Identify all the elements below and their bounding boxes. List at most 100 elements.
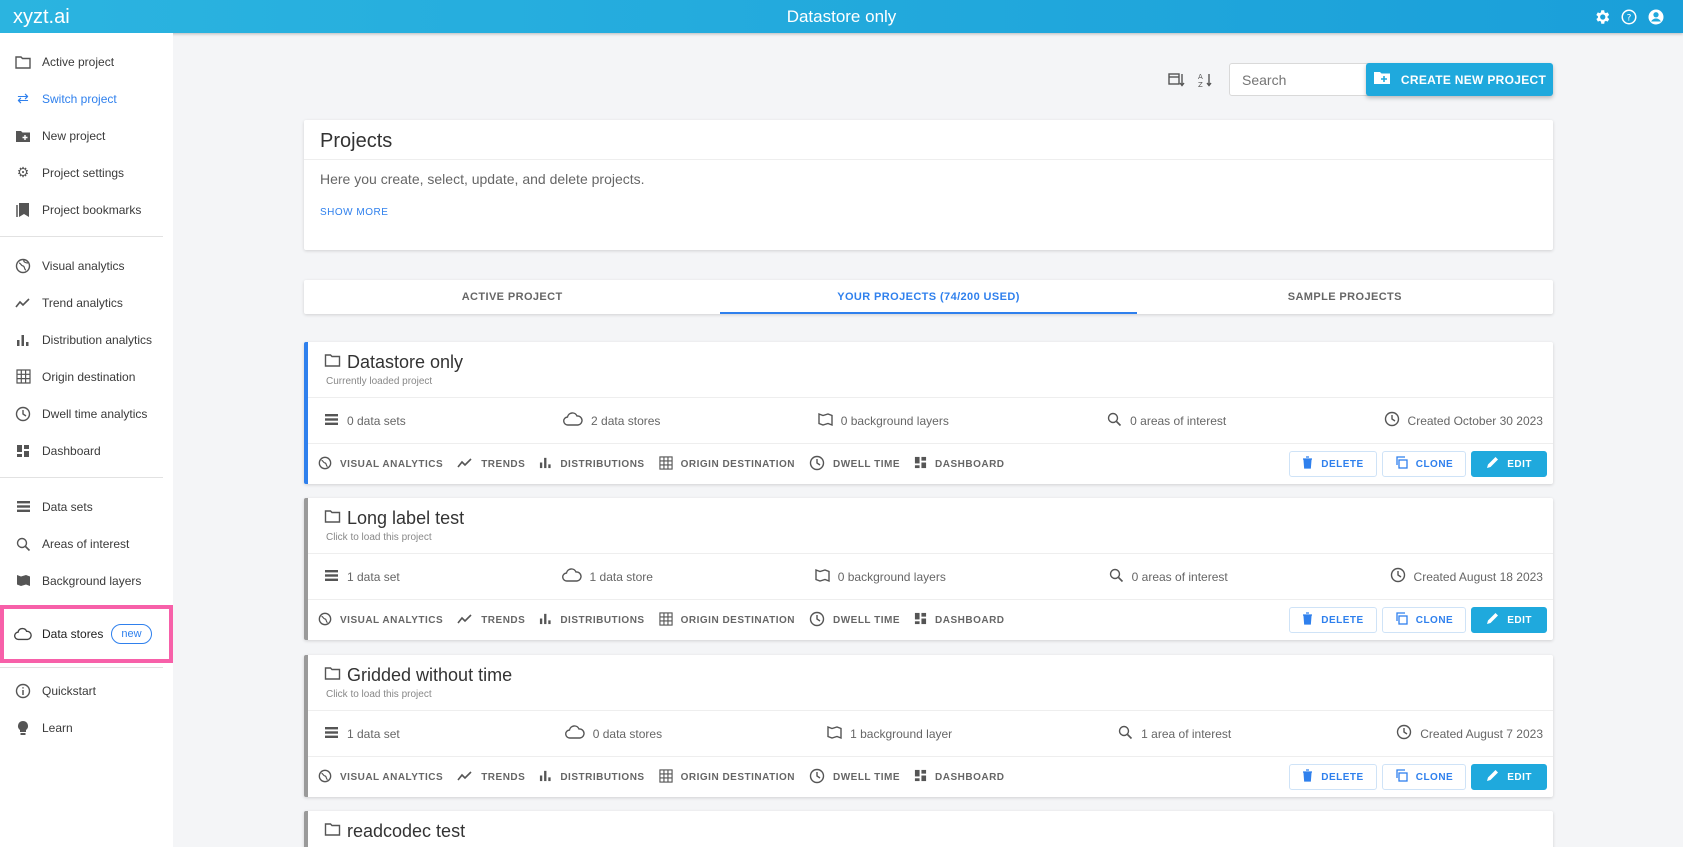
feature-link[interactable]: DWELL TIME [809,768,900,787]
project-card[interactable]: Gridded without time Click to load this p… [304,655,1553,797]
trend-icon [457,613,473,628]
sidebar-item-dwell-time-analytics[interactable]: Dwell time analytics [0,395,163,432]
create-new-project-label: CREATE NEW PROJECT [1400,72,1547,87]
clone-button[interactable]: CLONE [1381,451,1467,477]
edit-button[interactable]: EDIT [1471,764,1547,790]
tab-your-projects[interactable]: YOUR PROJECTS (74/200 USED) [720,280,1137,314]
feature-label: DISTRIBUTIONS [560,614,645,626]
sidebar-item-label: Areas of interest [42,536,130,551]
delete-button[interactable]: DELETE [1289,764,1377,790]
project-card[interactable]: Long label test Click to load this projec… [304,498,1553,640]
clone-button[interactable]: CLONE [1381,764,1467,790]
feature-label: TRENDS [481,614,526,626]
trend-icon [457,457,473,472]
feature-link[interactable]: DASHBOARD [914,456,1005,472]
feature-label: DWELL TIME [832,458,901,470]
feature-label: ORIGIN DESTINATION [680,771,795,783]
sidebar-item-label: Background layers [42,573,142,588]
tab-active-project[interactable]: ACTIVE PROJECT [304,280,720,314]
sidebar-item-origin-destination[interactable]: Origin destination [0,358,163,395]
project-header[interactable]: Gridded without time Click to load this p… [308,655,1553,711]
sidebar-item-project-settings[interactable]: ⚙ Project settings [0,154,163,191]
feature-link[interactable]: ORIGIN DESTINATION [658,455,795,473]
svg-text:?: ? [1626,13,1631,23]
feature-label: DISTRIBUTIONS [560,771,645,783]
feature-link[interactable]: DISTRIBUTIONS [539,456,644,472]
clock-icon [809,455,825,474]
feature-link[interactable]: DASHBOARD [914,769,1005,785]
show-more-link[interactable]: SHOW MORE [304,187,1553,218]
account-icon[interactable] [1646,7,1665,26]
sidebar-item-background-layers[interactable]: Background layers [0,562,163,599]
sidebar-item-project-bookmarks[interactable]: Project bookmarks [0,191,163,228]
sort-by-date-icon[interactable] [1167,70,1187,90]
trash-icon [1302,456,1313,472]
gear-icon[interactable] [1592,7,1611,26]
feature-link[interactable]: DWELL TIME [809,455,900,474]
feature-link[interactable]: TRENDS [457,770,525,785]
sidebar-item-trend-analytics[interactable]: Trend analytics [0,284,163,321]
clock-icon [1396,724,1412,743]
delete-button[interactable]: DELETE [1289,607,1377,633]
project-card[interactable]: readcodec test [304,811,1553,847]
area-search-icon [1106,411,1122,430]
sidebar-item-data-sets[interactable]: Data sets [0,488,163,525]
create-new-project-button[interactable]: CREATE NEW PROJECT [1366,63,1553,96]
delete-label: DELETE [1321,614,1364,626]
sidebar-item-switch-project[interactable]: ⇄ Switch project [0,80,163,117]
feature-link[interactable]: DISTRIBUTIONS [539,769,644,785]
sidebar-item-active-project[interactable]: Active project [0,43,163,80]
project-name[interactable]: Gridded without time [347,665,512,686]
edit-button[interactable]: EDIT [1471,607,1547,633]
sort-alphabetical-icon[interactable]: AZ [1196,70,1216,90]
edit-label: EDIT [1507,614,1532,626]
delete-button[interactable]: DELETE [1289,451,1377,477]
sidebar-item-label: Visual analytics [42,258,125,273]
feature-link[interactable]: TRENDS [457,613,525,628]
feature-link[interactable]: TRENDS [457,457,525,472]
sidebar-item-label: Data sets [42,499,93,514]
project-header[interactable]: Datastore only Currently loaded project [308,342,1553,398]
help-icon[interactable]: ? [1619,7,1638,26]
project-name[interactable]: Long label test [347,508,464,529]
globe-icon [318,769,332,786]
top-bar: xyzt.ai Datastore only ? [0,0,1683,33]
project-title-row: readcodec test [324,821,1537,842]
sidebar-item-areas-of-interest[interactable]: Areas of interest [0,525,163,562]
edit-button[interactable]: EDIT [1471,451,1547,477]
sidebar-item-new-project[interactable]: New project [0,117,163,154]
sidebar-item-label: Active project [42,54,115,69]
feature-link[interactable]: DASHBOARD [914,612,1005,628]
project-header[interactable]: Long label test Click to load this projec… [308,498,1553,554]
project-header[interactable]: readcodec test [308,811,1553,847]
feature-link[interactable]: ORIGIN DESTINATION [658,768,795,786]
tab-sample-projects[interactable]: SAMPLE PROJECTS [1137,280,1553,314]
sidebar-item-visual-analytics[interactable]: Visual analytics [0,247,163,284]
project-name[interactable]: readcodec test [347,821,465,842]
delete-label: DELETE [1321,458,1364,470]
feature-link[interactable]: DISTRIBUTIONS [539,612,644,628]
clock-icon [1384,411,1400,430]
grid-icon [658,455,673,473]
clock-icon [1390,567,1406,586]
feature-link[interactable]: VISUAL ANALYTICS [318,612,443,629]
feature-link[interactable]: VISUAL ANALYTICS [318,769,443,786]
copy-icon [1395,456,1408,472]
datastores-stat: 1 data store [561,568,653,585]
clone-button[interactable]: CLONE [1381,607,1467,633]
project-card[interactable]: Datastore only Currently loaded project 0 … [304,342,1553,484]
bar-chart-icon [539,456,552,472]
sidebar-item-data-stores[interactable]: Data stores new [0,605,173,663]
feature-link[interactable]: DWELL TIME [809,611,900,630]
sidebar-item-quickstart[interactable]: Quickstart [0,672,163,709]
sidebar-item-learn[interactable]: Learn [0,709,163,746]
sidebar-item-dashboard[interactable]: Dashboard [0,432,163,469]
created-date-stat: Created October 30 2023 [1384,411,1543,430]
feature-link[interactable]: VISUAL ANALYTICS [318,456,443,473]
section-description: Here you create, select, update, and del… [320,171,645,187]
project-stats: 1 data set 0 data stores 1 background laye… [308,711,1553,757]
project-name[interactable]: Datastore only [347,352,463,373]
feature-link[interactable]: ORIGIN DESTINATION [658,611,795,629]
sidebar-item-distribution-analytics[interactable]: Distribution analytics [0,321,163,358]
stat-value: 0 data stores [592,726,663,741]
